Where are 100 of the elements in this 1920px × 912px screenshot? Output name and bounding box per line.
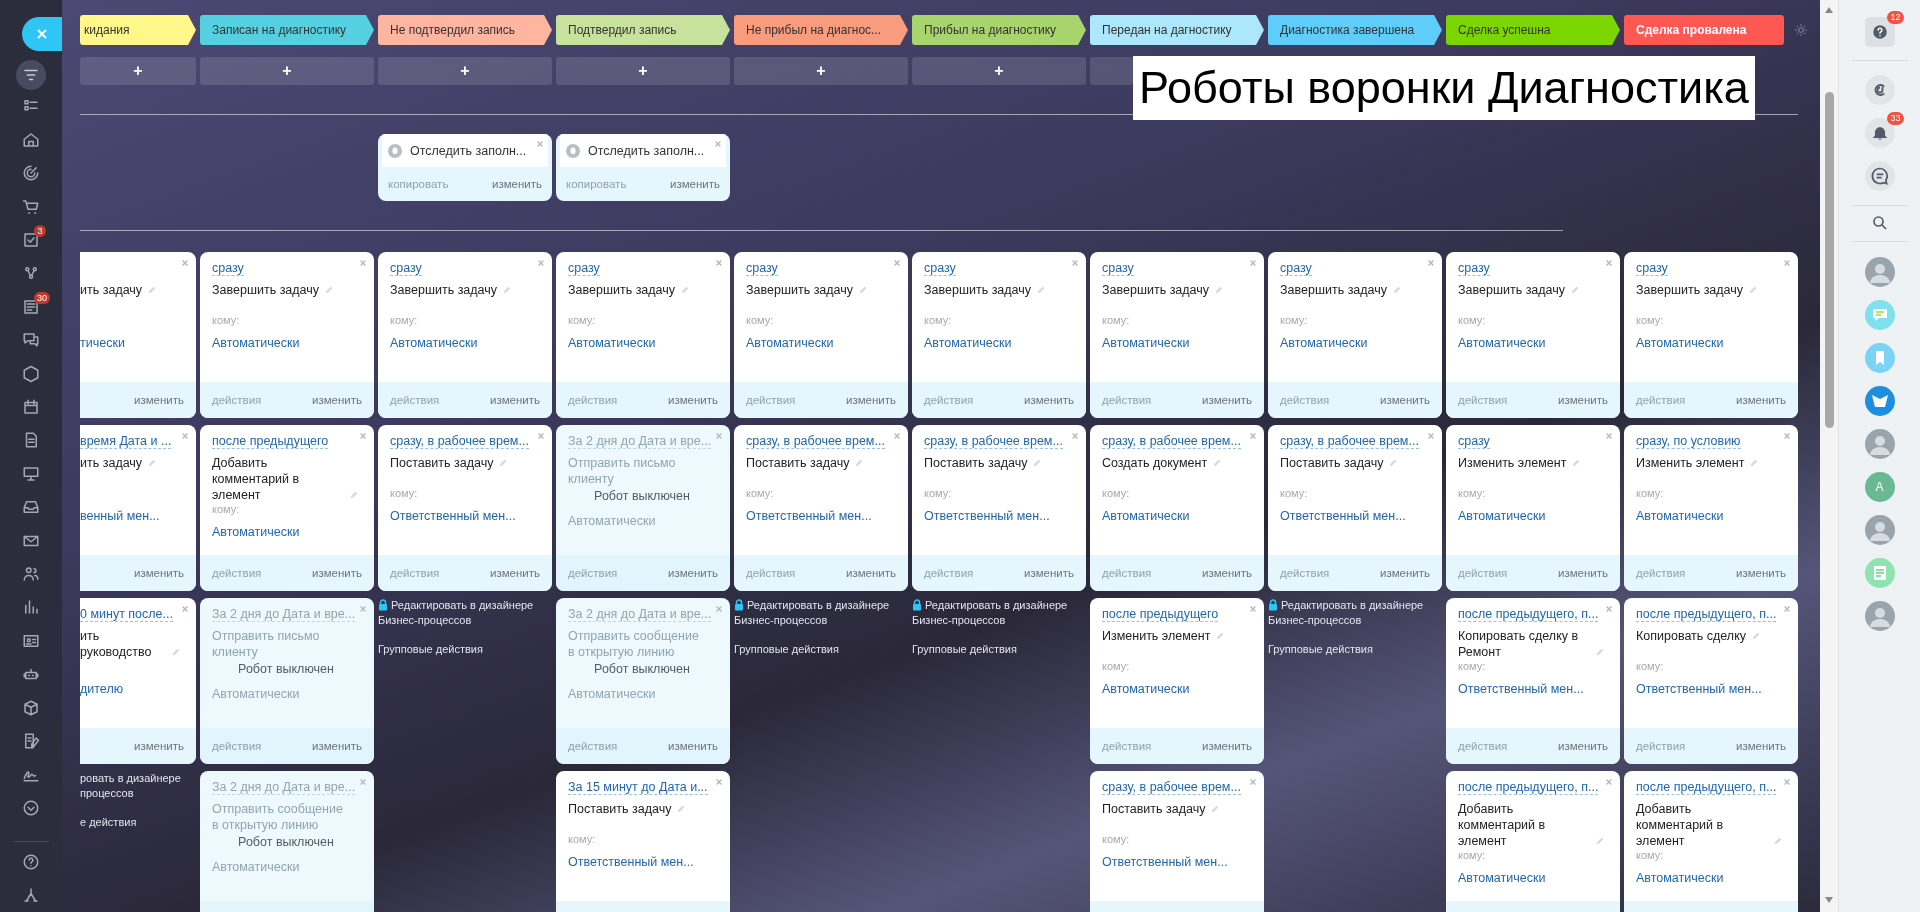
close-icon[interactable] — [1427, 259, 1435, 267]
pencil-icon[interactable] — [324, 285, 335, 295]
pencil-icon[interactable] — [147, 285, 158, 295]
at-sign-icon[interactable] — [1864, 75, 1895, 105]
stage-tab[interactable]: Передан на дагностику — [1090, 15, 1264, 45]
scroll-down-icon[interactable] — [1824, 896, 1834, 904]
edit-link[interactable]: изменить — [845, 394, 896, 406]
stage-tab[interactable]: Сделка провалена — [1624, 15, 1784, 45]
close-icon[interactable] — [359, 605, 367, 613]
edit-link[interactable]: изменить — [669, 178, 720, 190]
group-actions-link[interactable]: Групповые действия — [1268, 642, 1373, 657]
edit-link[interactable]: изменить — [667, 394, 718, 406]
close-icon[interactable] — [1605, 778, 1613, 786]
delay-link[interactable]: сразу — [390, 261, 422, 276]
delay-link[interactable]: сразу — [924, 261, 956, 276]
recipient-link[interactable]: Автоматически — [1636, 336, 1724, 350]
close-icon[interactable] — [1605, 432, 1613, 440]
recipient-link[interactable]: Автоматически — [1102, 509, 1190, 523]
delay-link[interactable]: сразу — [568, 261, 600, 276]
delay-link[interactable]: после предыдущего — [1102, 607, 1219, 622]
recipient-link[interactable]: Ответственный мен... — [390, 509, 516, 523]
delay-link[interactable]: сразу — [1280, 261, 1312, 276]
delay-link[interactable]: сразу — [1458, 261, 1490, 276]
bookmark-icon[interactable] — [1864, 343, 1895, 373]
close-icon[interactable] — [1249, 259, 1257, 267]
delay-link[interactable]: сразу, по условию — [1636, 434, 1741, 449]
close-icon[interactable] — [537, 259, 545, 267]
delay-link[interactable]: 0 минут после... — [80, 607, 173, 622]
stage-tab[interactable]: Сделка успешна — [1446, 15, 1620, 45]
edit-link[interactable]: изменить — [489, 394, 540, 406]
close-icon[interactable] — [715, 778, 723, 786]
close-icon[interactable] — [359, 778, 367, 786]
avatar[interactable] — [1864, 601, 1895, 631]
recipient-link[interactable]: тически — [80, 336, 125, 350]
designer-link[interactable]: Редактировать в дизайнере Бизнес-процессов — [912, 598, 1086, 628]
recipient-link[interactable]: Автоматически — [1280, 336, 1368, 350]
stage-tab[interactable]: Не прибыл на диагнос... — [734, 15, 908, 45]
recipient-link[interactable]: Автоматически — [746, 336, 834, 350]
edit-link[interactable]: изменить — [1201, 394, 1252, 406]
close-icon[interactable] — [181, 259, 189, 267]
edit-link[interactable]: изменить — [1557, 740, 1608, 752]
close-icon[interactable] — [1249, 605, 1257, 613]
close-icon[interactable] — [359, 259, 367, 267]
delay-link[interactable]: сразу, в рабочее врем... — [1102, 780, 1241, 795]
recipient-link[interactable]: Ответственный мен... — [1102, 855, 1228, 869]
designer-link[interactable]: ровать в дизайнере процессов — [80, 771, 196, 801]
edit-link[interactable]: изменить — [491, 178, 542, 190]
pencil-icon[interactable] — [171, 647, 181, 657]
add-button[interactable] — [1090, 57, 1133, 85]
recipient-link[interactable]: дителю — [80, 682, 124, 696]
edit-link[interactable]: изменить — [667, 740, 718, 752]
close-icon[interactable] — [536, 140, 544, 148]
delay-link[interactable]: За 15 минут до Дата и... — [568, 780, 708, 795]
stage-tab[interactable]: Диагностика завершена — [1268, 15, 1442, 45]
stage-tab[interactable]: Записан на диагностику — [200, 15, 374, 45]
close-icon[interactable] — [1249, 778, 1257, 786]
pencil-icon[interactable] — [1215, 631, 1226, 641]
pencil-icon[interactable] — [854, 458, 865, 468]
delay-link[interactable]: сразу — [1636, 261, 1668, 276]
close-icon[interactable] — [1783, 605, 1791, 613]
stage-tab[interactable]: Не подтвердил запись — [378, 15, 552, 45]
designer-link[interactable]: Редактировать в дизайнере Бизнес-процессов — [734, 598, 908, 628]
delay-link[interactable]: время Дата и ... — [80, 434, 172, 449]
add-button[interactable]: + — [734, 57, 908, 85]
designer-link[interactable]: Редактировать в дизайнере Бизнес-процессов — [378, 598, 552, 628]
recipient-link[interactable]: Ответственный мен... — [924, 509, 1050, 523]
close-icon[interactable] — [537, 432, 545, 440]
group-actions-link[interactable]: Групповые действия — [912, 642, 1017, 657]
close-icon[interactable] — [1427, 432, 1435, 440]
recipient-link[interactable]: венный мен... — [80, 509, 160, 523]
edit-link[interactable]: изменить — [1201, 567, 1252, 579]
pencil-icon[interactable] — [858, 285, 869, 295]
pencil-icon[interactable] — [1388, 458, 1399, 468]
avatar[interactable] — [1864, 515, 1895, 545]
edit-link[interactable]: изменить — [1023, 567, 1074, 579]
stage-tab[interactable]: Подтвердил запись — [556, 15, 730, 45]
close-icon[interactable] — [1249, 432, 1257, 440]
close-icon[interactable] — [714, 140, 722, 148]
edit-link[interactable]: изменить — [845, 567, 896, 579]
delay-link[interactable]: после предыдущего — [212, 434, 329, 449]
filter-icon[interactable] — [16, 59, 46, 90]
stage-tab[interactable]: Прибыл на диагностику — [912, 15, 1086, 45]
pencil-icon[interactable] — [1392, 285, 1403, 295]
edit-link[interactable]: изменить — [311, 394, 362, 406]
add-button[interactable]: + — [912, 57, 1086, 85]
edit-link[interactable]: изменить — [1379, 394, 1430, 406]
edit-link[interactable]: изменить — [133, 394, 184, 406]
group-actions-link[interactable]: Групповые действия — [378, 642, 483, 657]
pencil-icon[interactable] — [680, 285, 691, 295]
pencil-icon[interactable] — [1595, 647, 1605, 657]
pencil-icon[interactable] — [676, 804, 687, 814]
close-icon[interactable] — [1783, 259, 1791, 267]
add-button[interactable]: + — [200, 57, 374, 85]
bot-icon[interactable] — [1864, 386, 1895, 416]
close-icon[interactable] — [715, 605, 723, 613]
delay-link[interactable]: сразу — [746, 261, 778, 276]
edit-link[interactable]: изменить — [1379, 567, 1430, 579]
edit-link[interactable]: изменить — [1201, 740, 1252, 752]
edit-link[interactable]: изменить — [1735, 567, 1786, 579]
avatar[interactable] — [1864, 429, 1895, 459]
